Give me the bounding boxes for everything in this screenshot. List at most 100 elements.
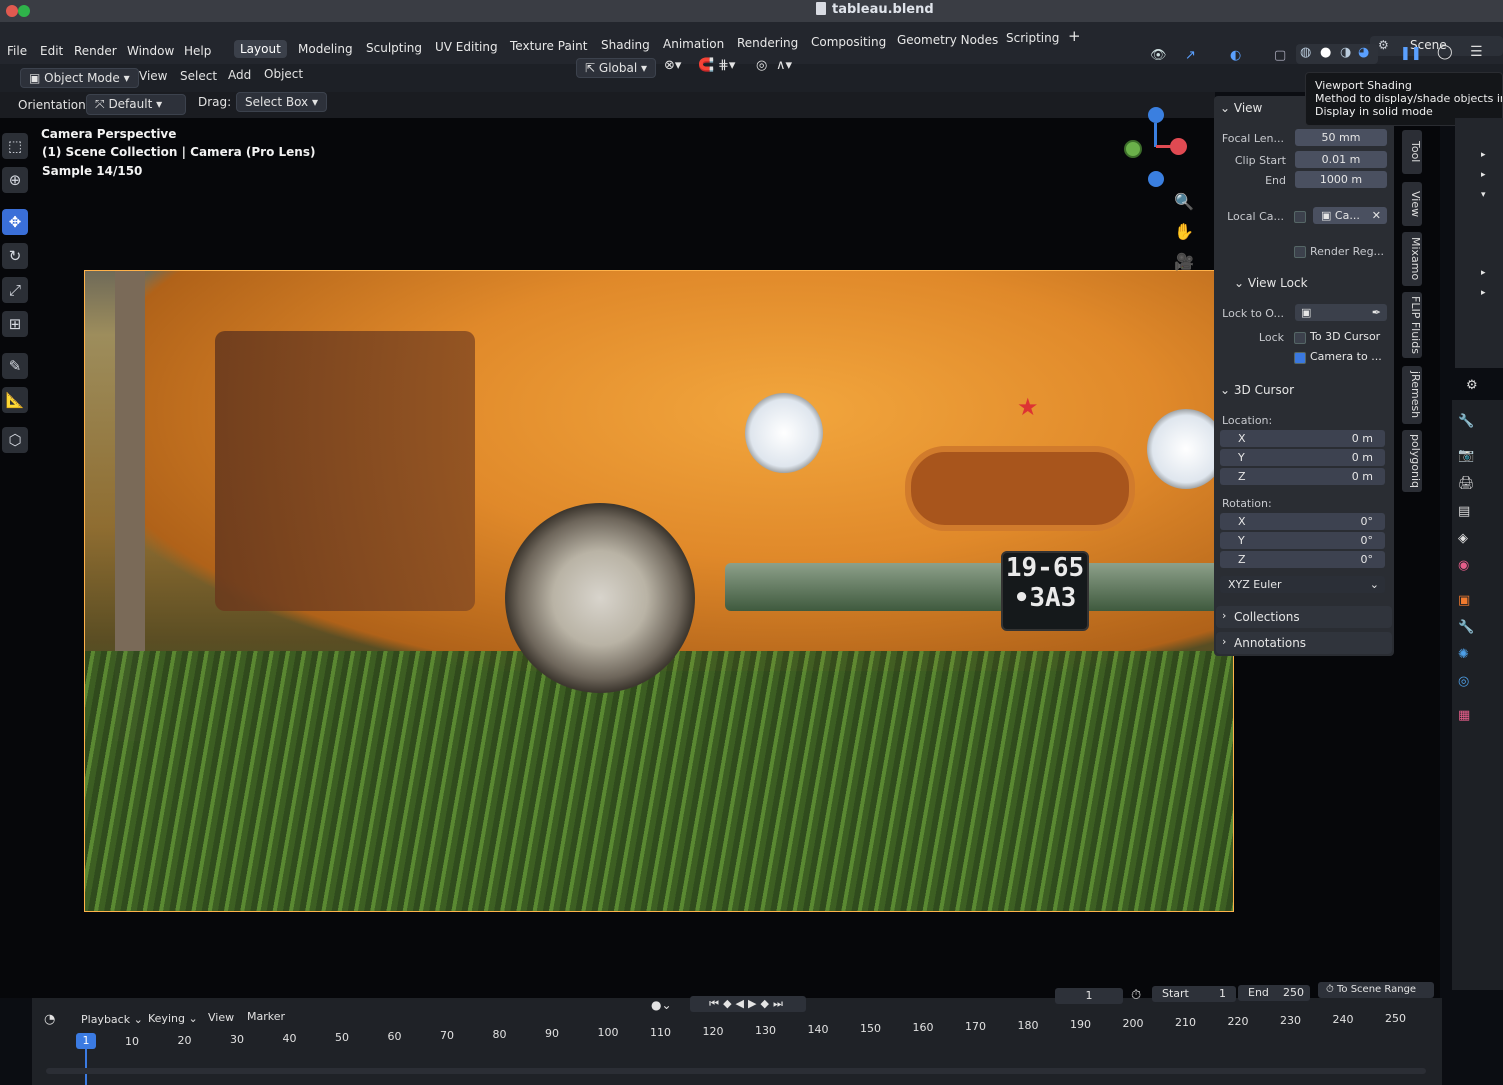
tab-texture-paint[interactable]: Texture Paint <box>504 37 593 55</box>
tab-mixamo[interactable]: Mixamo <box>1402 232 1422 286</box>
tab-sculpting[interactable]: Sculpting <box>360 39 428 57</box>
lock-to-object-field[interactable]: ▣ ✒ <box>1295 304 1387 321</box>
texture-properties-icon[interactable]: ▦ <box>1458 708 1470 723</box>
gizmo-z-axis[interactable] <box>1148 171 1164 187</box>
render-properties-icon[interactable]: 📷 <box>1458 448 1474 463</box>
tab-shading[interactable]: Shading <box>595 36 656 54</box>
tab-jremesh[interactable]: jRemesh <box>1402 366 1422 424</box>
tab-layout[interactable]: Layout <box>234 40 287 58</box>
tool-properties-icon[interactable]: 🔧 <box>1458 414 1474 429</box>
select-box-tool-icon[interactable]: ⬚ <box>2 133 28 159</box>
mode-dropdown[interactable]: ▣ Object Mode ▾ <box>20 68 139 88</box>
local-camera-field[interactable]: ▣ Ca... ✕ <box>1313 207 1387 224</box>
current-frame-field[interactable]: 1 <box>1055 988 1123 1004</box>
transform-tool-icon[interactable]: ⊞ <box>2 311 28 337</box>
play-reverse-icon[interactable]: ◀ <box>736 997 748 1010</box>
stopwatch-icon[interactable]: ⏱ <box>1131 988 1141 1003</box>
tab-animation[interactable]: Animation <box>657 35 730 53</box>
gizmo-toggle-icon[interactable]: ↗ <box>1185 48 1196 63</box>
expand-arrow-icon[interactable]: ▸ <box>1481 288 1486 298</box>
to-scene-range-button[interactable]: ⏱ To Scene Range <box>1318 982 1434 998</box>
view-layer-properties-icon[interactable]: ▤ <box>1458 504 1470 519</box>
view-section-header[interactable]: ⌄ View <box>1220 101 1262 115</box>
orientation-dropdown[interactable]: ⤧ Default ▾ <box>86 94 186 115</box>
measure-tool-icon[interactable]: 📐 <box>2 387 28 413</box>
tab-uv-editing[interactable]: UV Editing <box>429 38 504 56</box>
menu-render[interactable]: Render <box>74 44 117 58</box>
move-tool-icon[interactable]: ✥ <box>2 209 28 235</box>
annotate-tool-icon[interactable]: ✎ <box>2 353 28 379</box>
start-frame-field[interactable]: Start 1 <box>1152 986 1236 1002</box>
3d-cursor-header[interactable]: ⌄ 3D Cursor <box>1220 383 1294 397</box>
playback-menu[interactable]: Playback ⌄ <box>81 1013 143 1026</box>
camera-view-icon[interactable]: 🎥 <box>1174 252 1194 271</box>
particles-properties-icon[interactable]: ✺ <box>1458 647 1469 662</box>
timeline-scrollbar[interactable] <box>46 1068 1426 1074</box>
clear-camera-icon[interactable]: ✕ <box>1372 207 1381 224</box>
camera-to-view-checkbox[interactable] <box>1294 352 1306 364</box>
annotations-panel[interactable]: Annotations <box>1216 632 1392 654</box>
tab-geometry-nodes[interactable]: Geometry Nodes <box>891 31 1004 49</box>
marker-menu[interactable]: Marker <box>247 1010 285 1023</box>
timeline-editor-icon[interactable]: ◔ <box>44 1012 55 1027</box>
gizmo-x-axis[interactable] <box>1170 138 1187 155</box>
xray-toggle-icon[interactable]: ▢ <box>1274 48 1286 63</box>
close-window-button[interactable] <box>6 5 18 17</box>
zoom-icon[interactable]: 🔍 <box>1174 192 1194 211</box>
prev-keyframe-icon[interactable]: ◆ <box>723 997 735 1010</box>
expand-arrow-icon[interactable]: ▾ <box>1481 190 1486 200</box>
end-frame-field[interactable]: End 250 <box>1238 985 1310 1001</box>
pause-render-icon[interactable]: ❚❚ <box>1400 46 1422 61</box>
maximize-window-button[interactable] <box>18 5 30 17</box>
falloff-icon[interactable]: ∧▾ <box>776 58 792 73</box>
object-menu[interactable]: Object <box>264 67 303 81</box>
keying-menu[interactable]: Keying ⌄ <box>148 1012 198 1025</box>
wireframe-shading-icon[interactable]: ◍ <box>1300 45 1311 60</box>
transform-orientation-dropdown[interactable]: ⇱ Global ▾ <box>576 58 657 78</box>
gizmo-y-axis[interactable] <box>1148 107 1164 123</box>
cursor-location-x[interactable]: X 0 m <box>1220 430 1385 447</box>
render-region-checkbox[interactable] <box>1294 246 1306 258</box>
expand-arrow-icon[interactable]: ▸ <box>1481 170 1486 180</box>
playhead-frame-label[interactable]: 1 <box>76 1033 96 1049</box>
scale-tool-icon[interactable]: ⤢ <box>2 277 28 303</box>
pivot-icon[interactable]: ⊗▾ <box>664 58 681 73</box>
overlay-toggle-icon[interactable]: ◐ <box>1230 48 1241 63</box>
cursor-tool-icon[interactable]: ⊕ <box>2 167 28 193</box>
cursor-rotation-x[interactable]: X 0° <box>1220 513 1385 530</box>
tab-tool[interactable]: Tool <box>1402 130 1422 174</box>
jump-start-icon[interactable]: ⏮ <box>709 997 723 1010</box>
tab-polygoniq[interactable]: polygoniq <box>1402 430 1422 492</box>
tab-view[interactable]: View <box>1402 182 1422 226</box>
rendered-shading-icon[interactable]: ◕ <box>1358 45 1369 60</box>
menu-help[interactable]: Help <box>184 44 211 58</box>
menu-window[interactable]: Window <box>127 44 174 58</box>
scene-properties-icon[interactable]: ◈ <box>1458 531 1468 546</box>
rotate-tool-icon[interactable]: ↻ <box>2 243 28 269</box>
cursor-rotation-z[interactable]: Z 0° <box>1220 551 1385 568</box>
gizmo-neg-y-axis[interactable] <box>1124 140 1142 158</box>
add-workspace-button[interactable]: + <box>1062 25 1087 47</box>
snap-icon[interactable]: 🧲 <box>698 58 714 73</box>
collections-panel[interactable]: Collections <box>1216 606 1392 628</box>
proportional-edit-icon[interactable]: ◎ <box>756 58 767 73</box>
expand-arrow-icon[interactable]: ▸ <box>1481 150 1486 160</box>
rotation-mode-dropdown[interactable]: XYZ Euler ⌄ <box>1220 576 1385 593</box>
material-shading-icon[interactable]: ◑ <box>1340 45 1351 60</box>
play-icon[interactable]: ▶ <box>748 997 760 1010</box>
playhead[interactable] <box>85 1049 87 1085</box>
add-menu[interactable]: Add <box>228 68 251 82</box>
select-menu[interactable]: Select <box>180 69 217 83</box>
tab-rendering[interactable]: Rendering <box>731 34 804 52</box>
focal-length-field[interactable]: 50 mm <box>1295 129 1387 146</box>
next-keyframe-icon[interactable]: ◆ <box>760 997 772 1010</box>
outliner[interactable]: ▸ ▸ ▾ ▸ ▸ <box>1455 118 1503 368</box>
output-properties-icon[interactable]: 🖨 <box>1458 476 1475 491</box>
tab-compositing[interactable]: Compositing <box>805 33 892 51</box>
clip-start-field[interactable]: 0.01 m <box>1295 151 1387 168</box>
engine-icon[interactable]: ◯ <box>1437 44 1453 60</box>
menu-edit[interactable]: Edit <box>40 44 63 58</box>
menu-file[interactable]: File <box>7 44 27 58</box>
modifier-properties-icon[interactable]: 🔧 <box>1458 620 1474 635</box>
visibility-icon[interactable]: 👁 <box>1150 48 1167 63</box>
